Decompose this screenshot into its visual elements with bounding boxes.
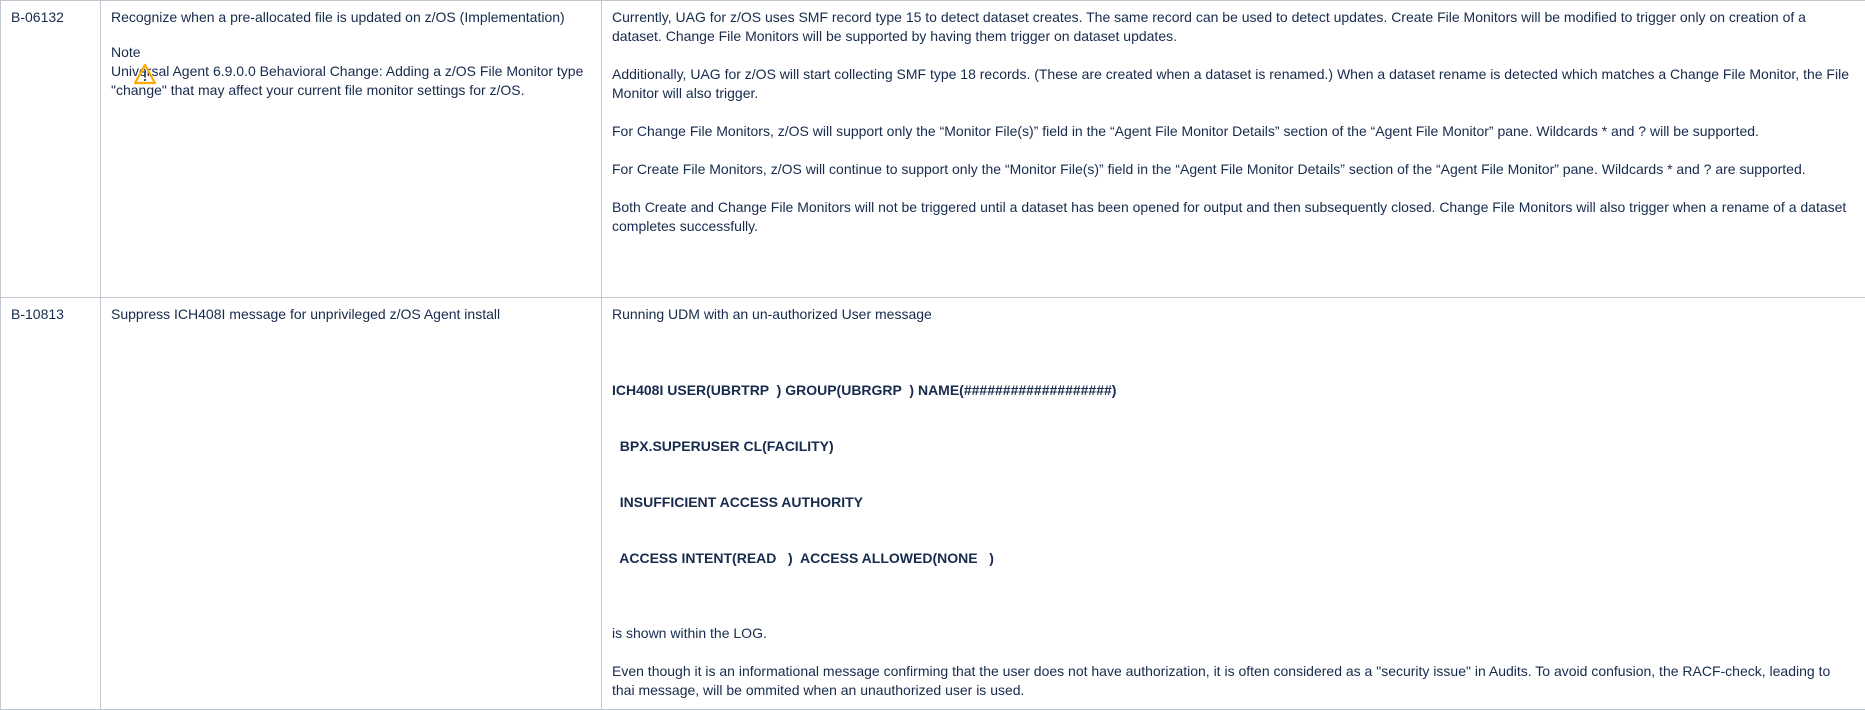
summary-cell: Recognize when a pre-allocated file is u… bbox=[101, 1, 602, 298]
description-paragraph: For Create File Monitors, z/OS will cont… bbox=[612, 160, 1855, 179]
description-paragraph: Both Create and Change File Monitors wil… bbox=[612, 198, 1855, 236]
issue-title: Suppress ICH408I message for unprivilege… bbox=[111, 305, 591, 324]
console-message-line: BPX.SUPERUSER CL(FACILITY) bbox=[612, 437, 1855, 455]
console-message: ICH408I USER(UBRTRP ) GROUP(UBRGRP ) NAM… bbox=[612, 343, 1855, 605]
table-row: B-10813 Suppress ICH408I message for unp… bbox=[1, 298, 1865, 710]
console-message-line: ACCESS INTENT(READ ) ACCESS ALLOWED(NONE… bbox=[612, 549, 1855, 567]
description-paragraph: Running UDM with an un-authorized User m… bbox=[612, 305, 1855, 324]
table-row: B-06132 Recognize when a pre-allocated f… bbox=[1, 1, 1865, 298]
note-text: Universal Agent 6.9.0.0 Behavioral Chang… bbox=[111, 62, 591, 100]
description-cell: Running UDM with an un-authorized User m… bbox=[602, 298, 1865, 710]
issue-id: B-10813 bbox=[11, 306, 64, 322]
issue-id-cell: B-06132 bbox=[1, 1, 101, 298]
description-paragraph: Even though it is an informational messa… bbox=[612, 662, 1855, 700]
description-paragraph: Additionally, UAG for z/OS will start co… bbox=[612, 65, 1855, 103]
release-notes-table: B-06132 Recognize when a pre-allocated f… bbox=[0, 0, 1865, 710]
description-paragraph: is shown within the LOG. bbox=[612, 624, 1855, 643]
description-paragraph: For Change File Monitors, z/OS will supp… bbox=[612, 122, 1855, 141]
description-paragraph: Currently, UAG for z/OS uses SMF record … bbox=[612, 8, 1855, 46]
description-cell: Currently, UAG for z/OS uses SMF record … bbox=[602, 1, 1865, 298]
issue-title: Recognize when a pre-allocated file is u… bbox=[111, 8, 591, 27]
issue-id: B-06132 bbox=[11, 9, 64, 25]
note-macro: Note Universal Agent 6.9.0.0 Behavioral … bbox=[111, 43, 591, 100]
warning-icon bbox=[134, 63, 156, 85]
summary-cell: Suppress ICH408I message for unprivilege… bbox=[101, 298, 602, 710]
console-message-line: INSUFFICIENT ACCESS AUTHORITY bbox=[612, 493, 1855, 511]
note-title: Note bbox=[111, 43, 591, 62]
console-message-line: ICH408I USER(UBRTRP ) GROUP(UBRGRP ) NAM… bbox=[612, 381, 1855, 399]
issue-id-cell: B-10813 bbox=[1, 298, 101, 710]
